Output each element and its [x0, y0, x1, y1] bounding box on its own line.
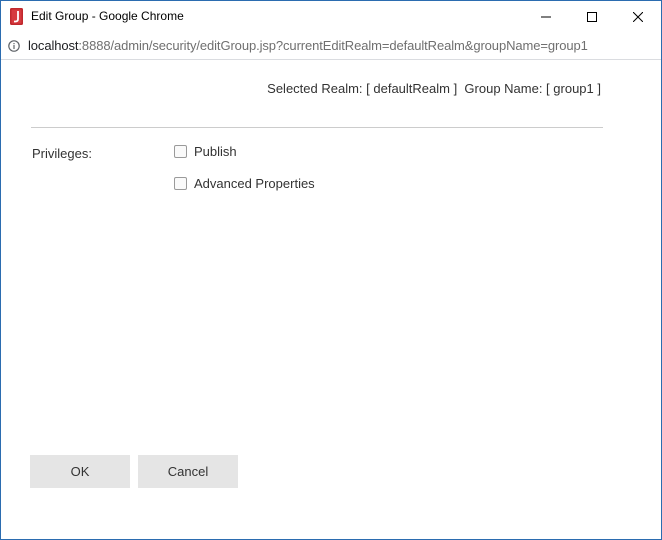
advanced-properties-label: Advanced Properties: [194, 176, 315, 191]
close-icon: [633, 11, 643, 22]
advanced-properties-option[interactable]: Advanced Properties: [174, 176, 315, 191]
advanced-properties-checkbox[interactable]: [174, 177, 187, 190]
address-bar[interactable]: localhost:8888/admin/security/editGroup.…: [1, 32, 661, 60]
page-content: Selected Realm: [ defaultRealm ] Group N…: [1, 60, 661, 539]
publish-checkbox[interactable]: [174, 145, 187, 158]
divider: [31, 127, 603, 128]
publish-option[interactable]: Publish: [174, 144, 237, 159]
minimize-icon: [541, 16, 551, 17]
publish-label: Publish: [194, 144, 237, 159]
minimize-button[interactable]: [523, 1, 569, 32]
app-logo-icon: [10, 8, 23, 25]
privileges-label: Privileges:: [32, 146, 92, 161]
ok-button[interactable]: OK: [30, 455, 130, 488]
url-path: :8888/admin/security/editGroup.jsp?curre…: [78, 38, 588, 53]
browser-window: Edit Group - Google Chrome localhost:888…: [0, 0, 662, 540]
maximize-button[interactable]: [569, 1, 615, 32]
cancel-button[interactable]: Cancel: [138, 455, 238, 488]
url-host: localhost: [28, 38, 79, 53]
title-bar: Edit Group - Google Chrome: [1, 1, 661, 32]
close-button[interactable]: [615, 1, 661, 32]
maximize-icon: [587, 11, 597, 22]
url-text[interactable]: localhost:8888/admin/security/editGroup.…: [28, 38, 588, 53]
info-icon[interactable]: [8, 39, 20, 52]
realm-group-info: Selected Realm: [ defaultRealm ] Group N…: [267, 81, 601, 96]
window-title: Edit Group - Google Chrome: [31, 9, 184, 23]
